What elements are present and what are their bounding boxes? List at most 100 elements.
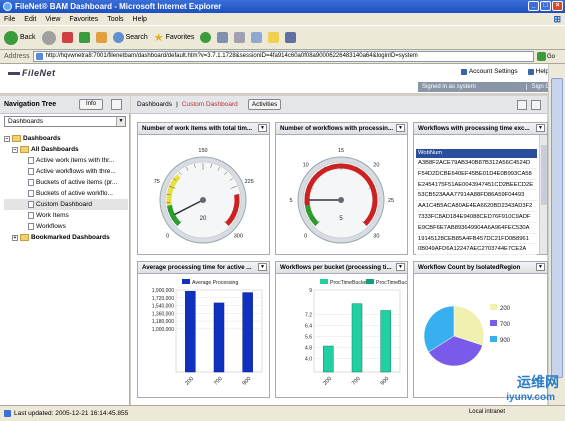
x-tick-label: 900 (242, 376, 253, 387)
bar (323, 345, 334, 373)
list-item[interactable]: E9CBF6E7AB893649904A6A964FEC530A (416, 223, 537, 234)
tree-item[interactable]: Work Items (4, 210, 128, 221)
export-icon[interactable] (517, 100, 527, 110)
gauge-tick-label: 0 (304, 233, 307, 239)
tree-item-label: All Dashboards (31, 146, 79, 153)
panel-menu-icon[interactable]: ▼ (396, 263, 405, 271)
expand-toggle-icon[interactable]: + (12, 234, 18, 241)
x-tick-label: 900 (380, 376, 391, 387)
tree-item[interactable]: Active work items with thr... (4, 155, 128, 166)
maximize-button[interactable]: □ (540, 1, 551, 11)
tree-item-label: Active workflows with thre... (36, 168, 116, 175)
list-scrollbar[interactable] (539, 135, 547, 254)
watermark-logo: 运维网 (517, 375, 559, 391)
back-button[interactable]: Back (4, 30, 36, 45)
y-tick-label: 1,000,000 (152, 327, 174, 333)
bar (380, 310, 391, 373)
menu-bar: File Edit View Favorites Tools Help (0, 13, 565, 25)
list-item[interactable]: 19145128CEB85A4FB457DC21FD0B8961 (416, 234, 537, 245)
go-button[interactable]: Go (537, 51, 561, 62)
menu-favorites[interactable]: Favorites (69, 16, 98, 23)
forward-button[interactable] (41, 30, 56, 45)
help-link[interactable]: Help (527, 68, 549, 75)
menu-tools[interactable]: Tools (107, 16, 123, 23)
panel-menu-icon[interactable]: ▼ (536, 263, 545, 271)
search-icon (112, 32, 124, 43)
browser-toolbar: Back Search ★ Favorites (0, 25, 565, 50)
folder-icon (12, 135, 21, 142)
sign-bar: Signed in as system Sign Out (418, 82, 559, 92)
folder-icon (20, 234, 29, 241)
refresh-icon[interactable] (78, 32, 90, 43)
panel-menu-icon[interactable]: ▼ (536, 124, 545, 132)
app-header: FileNet Account Settings Help Signed in … (0, 64, 565, 94)
panel-menu-icon[interactable]: ▼ (258, 124, 267, 132)
list-item[interactable]: E2454175F51AE0043947451CD2BEECD2E (416, 180, 537, 191)
info-button[interactable]: Info (79, 99, 103, 110)
y-tick-label: 1,360,000 (152, 311, 174, 317)
windows-logo-icon: ⊞ (553, 14, 561, 24)
legend-label: Average Processing (192, 280, 238, 286)
ie-icon (3, 2, 12, 11)
panel-menu-icon[interactable]: ▼ (396, 124, 405, 132)
minimize-button[interactable]: _ (528, 1, 539, 11)
nav-tree: − Dashboards − All Dashboards Active work it… (4, 133, 128, 243)
y-tick-label: 1,720,000 (152, 296, 174, 302)
tree-item[interactable]: Active workflows with thre... (4, 166, 128, 177)
menu-help[interactable]: Help (133, 16, 147, 23)
panel-title: Workflows with processing time exc... (418, 125, 530, 132)
media-icon[interactable] (200, 32, 212, 43)
search-button[interactable]: Search (112, 32, 148, 43)
account-settings-link[interactable]: Account Settings (460, 68, 518, 75)
gauge-tick-label: 5 (289, 198, 292, 204)
tree-item[interactable]: Buckets of active workflo... (4, 188, 128, 199)
page-scrollbar[interactable] (548, 64, 565, 405)
address-input[interactable]: http://hqvwnetra8:7001/filenetbam/dashbo… (32, 51, 534, 62)
stop-icon[interactable] (61, 32, 73, 43)
tree-item[interactable]: Buckets of active items (pr... (4, 177, 128, 188)
bar-chart: Average Processing 1,900,000 1,720,000 1,54… (152, 279, 263, 387)
list-item[interactable]: 7333FC8AD184E94088CED76F910C9ADF (416, 212, 537, 223)
list-item[interactable]: A3B8F2ACE79AB340B87B312A56C4524D (416, 158, 537, 169)
legend-swatch (182, 279, 190, 284)
breadcrumb-root[interactable]: Dashboards (137, 101, 172, 108)
menu-file[interactable]: File (4, 16, 15, 23)
refresh-dashboard-icon[interactable] (531, 100, 541, 110)
tree-item[interactable]: Custom Dashboard (4, 199, 128, 210)
panel-title: Average processing time for active ... (142, 264, 252, 271)
nav-options-icon[interactable] (111, 99, 122, 110)
page-icon (4, 410, 11, 417)
list-item[interactable]: AA1C4B5ACA80AE4EA6620BD2343AD3F2 (416, 201, 537, 212)
activities-button[interactable]: Activities (247, 99, 282, 110)
messenger-icon[interactable] (285, 32, 297, 43)
tree-item[interactable]: − All Dashboards (4, 144, 128, 155)
panel-workflow-list: Workflows with processing time exc... ▼ W… (413, 122, 548, 256)
panel-menu-icon[interactable]: ▼ (258, 263, 267, 271)
star-icon: ★ (153, 32, 164, 44)
expand-toggle-icon[interactable]: − (12, 146, 18, 153)
menu-view[interactable]: View (45, 16, 60, 23)
menu-edit[interactable]: Edit (24, 16, 36, 23)
print-icon[interactable] (234, 32, 246, 43)
dashboard-icon (28, 190, 34, 197)
favorites-button[interactable]: ★ Favorites (154, 31, 195, 44)
folder-icon[interactable] (268, 32, 280, 43)
list-item[interactable]: 53CB523AAA77914A88FD86A59F04493 (416, 190, 537, 202)
close-button[interactable]: × (552, 1, 563, 11)
tree-item[interactable]: + Bookmarked Dashboards (4, 232, 128, 243)
expand-toggle-icon[interactable]: − (4, 135, 10, 142)
home-icon[interactable] (95, 32, 107, 43)
nav-select[interactable]: Dashboards ▼ (4, 116, 126, 127)
bar-chart: ProcTimeBucket1 ProcTimeBucket2 9 7.2 6.4 5.6… (305, 279, 417, 387)
list-item[interactable]: 0B049AFD6A12247AEC2703744E7CE2A (416, 244, 537, 256)
legend-label: 700 (500, 322, 511, 328)
tree-item[interactable]: Workflows (4, 221, 128, 232)
mail-icon[interactable] (217, 32, 229, 43)
list-item[interactable]: F54D2DCBE640EF45BE01D4E0B993CA58 (416, 169, 537, 180)
edit-icon[interactable] (251, 32, 263, 43)
gauge-tick-label: 225 (245, 179, 254, 185)
y-tick-label: 4.0 (305, 356, 312, 362)
tree-item[interactable]: − Dashboards (4, 133, 128, 144)
panel-workflows-bucket-chart: Workflows per bucket (processing ti... ▼ … (275, 261, 417, 398)
dashboard-icon (28, 168, 34, 175)
